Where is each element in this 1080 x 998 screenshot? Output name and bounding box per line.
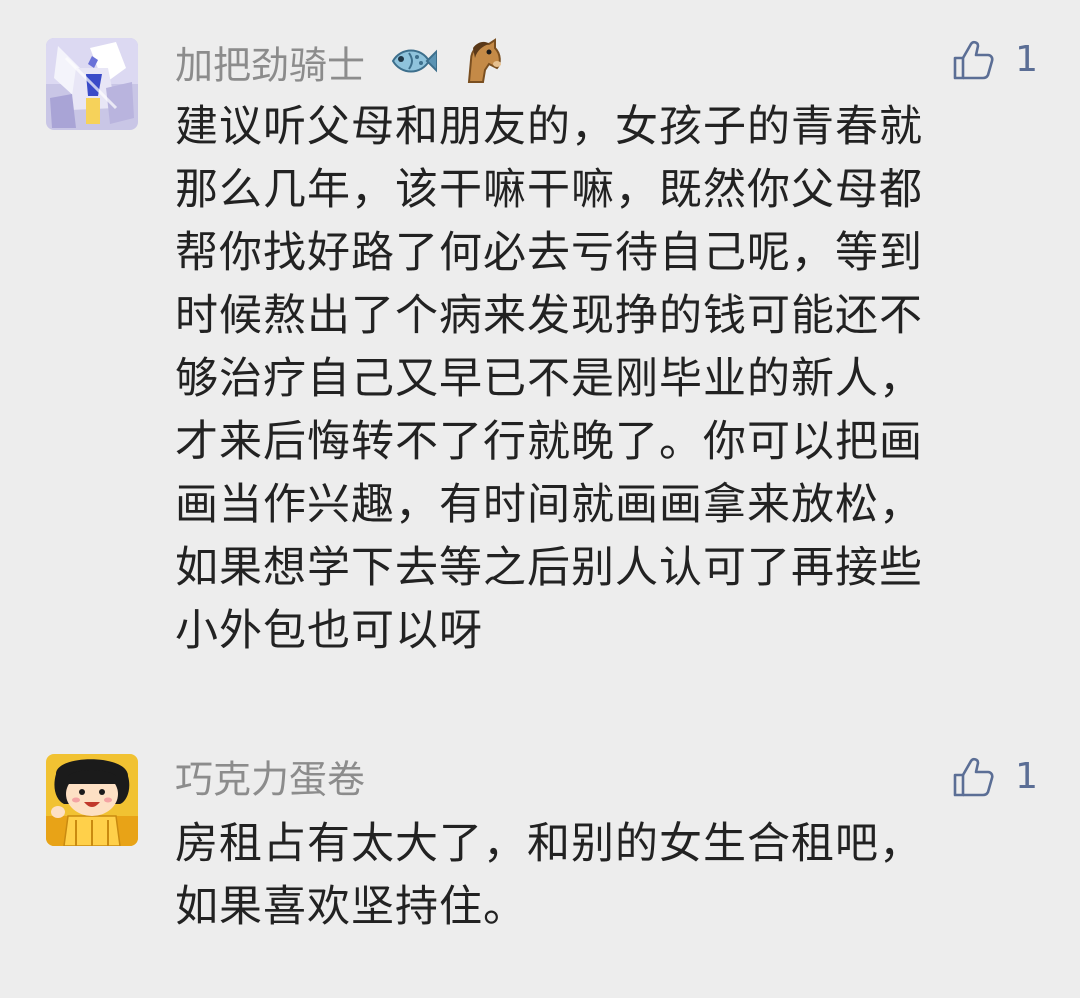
like-count: 1 xyxy=(1015,39,1038,80)
comment-line: 画当作兴趣，有时间就画画拿来放松， xyxy=(175,480,923,530)
avatar[interactable] xyxy=(46,754,138,846)
comment-line: 小外包也可以呀 xyxy=(175,606,483,656)
like-button[interactable]: 1 xyxy=(951,38,1038,82)
comment-line: 那么几年，该干嘛干嘛，既然你父母都 xyxy=(175,165,923,215)
comment-text: 建议听父母和朋友的，女孩子的青春就 那么几年，该干嘛干嘛，既然你父母都 帮你找好… xyxy=(175,96,1015,663)
author-name[interactable]: 加把劲骑士 xyxy=(175,44,365,88)
cartoon-girl-avatar-image xyxy=(46,754,138,846)
comment-line: 如果喜欢坚持住。 xyxy=(175,882,527,932)
comment-line: 才来后悔转不了行就晚了。你可以把画 xyxy=(175,417,923,467)
comment-line: 时候熬出了个病来发现挣的钱可能还不 xyxy=(175,291,923,341)
comment-line: 帮你找好路了何必去亏待自己呢，等到 xyxy=(175,228,923,278)
comment-line: 房租占有太大了，和别的女生合租吧， xyxy=(175,819,923,869)
thumbs-up-icon xyxy=(953,40,994,80)
comment-line: 建议听父母和朋友的，女孩子的青春就 xyxy=(175,102,923,152)
like-count: 1 xyxy=(1015,756,1038,797)
comment-text: 房租占有太大了，和别的女生合租吧， 如果喜欢坚持住。 xyxy=(175,813,1015,939)
mecha-avatar-image xyxy=(46,38,138,130)
comment-line: 如果想学下去等之后别人认可了再接些 xyxy=(175,543,923,593)
thumbs-up-icon xyxy=(953,757,994,797)
horse-icon xyxy=(459,38,505,93)
author-name[interactable]: 巧克力蛋卷 xyxy=(175,758,365,802)
avatar[interactable] xyxy=(46,38,138,130)
comment-item: 加把劲骑士 1 建议听父母和朋友的，女孩子的青春就 那么几年，该干嘛干嘛，既然你… xyxy=(0,0,1080,700)
fish-icon xyxy=(387,41,439,90)
comment-author: 巧克力蛋卷 xyxy=(175,755,365,802)
like-button[interactable]: 1 xyxy=(951,755,1038,799)
comment-author: 加把劲骑士 xyxy=(175,38,505,93)
comment-line: 够治疗自己又早已不是刚毕业的新人， xyxy=(175,354,923,404)
comment-item: 巧克力蛋卷 1 房租占有太大了，和别的女生合租吧， 如果喜欢坚持住。 xyxy=(0,700,1080,998)
